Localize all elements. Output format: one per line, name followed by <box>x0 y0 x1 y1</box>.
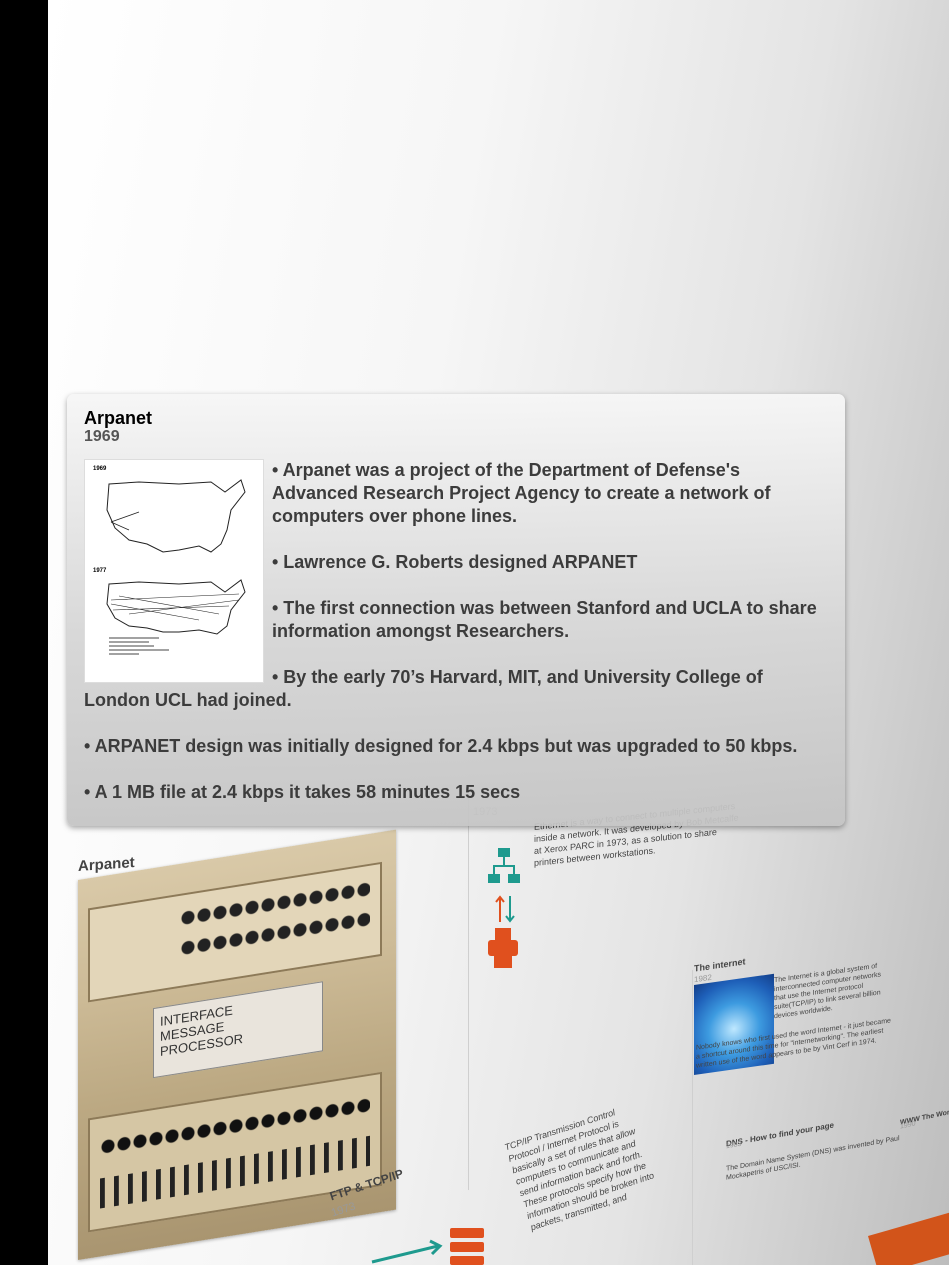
timeline-bar <box>868 1197 949 1265</box>
printer-icon <box>488 928 518 968</box>
arpanet-map-image: 1969 1977 <box>84 459 264 683</box>
server-icon <box>450 1228 484 1265</box>
card-body: 1969 1977 • Arpanet was a project of the… <box>84 459 828 804</box>
bg-tcp-text: TCP/IP Transmission Control Protocol / I… <box>503 1107 656 1233</box>
us-map-1977-icon <box>106 579 246 655</box>
timeline-stage: Arpanet 1969 INTERFACE MESSAGE PROCESSOR… <box>48 0 949 1265</box>
card-title: Arpanet <box>84 408 153 428</box>
event-detail-card[interactable]: Arpanet 1969 1969 1977 • Arpanet was a p… <box>67 394 845 826</box>
bg-dns-year: 1983 <box>726 1140 742 1151</box>
imp-nameplate: INTERFACE MESSAGE PROCESSOR <box>153 981 323 1079</box>
us-map-1969-icon <box>106 479 246 553</box>
network-icon <box>488 848 520 883</box>
arrow-right-icon <box>371 1239 443 1264</box>
bg-internet-text: The Internet is a global system of inter… <box>774 962 881 1021</box>
imp-top-panel <box>88 861 382 1003</box>
bg-dns-title: DNS - How to find your page <box>726 1120 834 1149</box>
column-divider <box>692 969 693 1265</box>
bg-internet-title: The internet <box>694 956 746 974</box>
background-timeline: Arpanet 1969 INTERFACE MESSAGE PROCESSOR… <box>48 789 949 1265</box>
card-paragraph: • ARPANET design was initially designed … <box>84 736 798 756</box>
up-down-arrows-icon <box>495 895 515 923</box>
column-divider <box>468 789 469 1191</box>
card-year: 1969 <box>84 428 120 445</box>
card-paragraph: • A 1 MB file at 2.4 kbps it takes 58 mi… <box>84 782 521 802</box>
